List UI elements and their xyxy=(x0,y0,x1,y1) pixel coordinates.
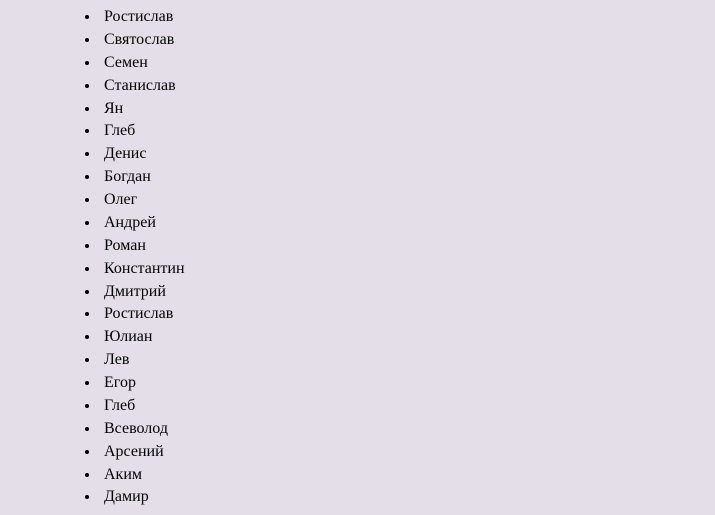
name-text: Семен xyxy=(104,54,148,71)
name-text: Константин xyxy=(104,260,185,277)
list-item: Ростислав xyxy=(100,303,715,326)
list-item: Арсений xyxy=(100,441,715,464)
name-text: Аким xyxy=(104,466,142,483)
name-text: Юлиан xyxy=(104,328,152,345)
list-item: Святослав xyxy=(100,29,715,52)
list-item: Дмитрий xyxy=(100,281,715,304)
name-text: Святослав xyxy=(104,31,174,48)
name-text: Олег xyxy=(104,191,137,208)
list-item: Роман xyxy=(100,235,715,258)
name-text: Глеб xyxy=(104,122,135,139)
list-item: Всеволод xyxy=(100,418,715,441)
name-text: Денис xyxy=(104,145,146,162)
list-item: Денис xyxy=(100,143,715,166)
name-text: Станислав xyxy=(104,77,176,94)
name-text: Всеволод xyxy=(104,420,168,437)
list-item: Константин xyxy=(100,258,715,281)
list-item: Ростислав xyxy=(100,6,715,29)
list-item: Семен xyxy=(100,52,715,75)
name-text: Ян xyxy=(104,100,123,117)
name-text: Егор xyxy=(104,374,136,391)
name-text: Лев xyxy=(104,351,129,368)
name-text: Глеб xyxy=(104,397,135,414)
list-item: Аким xyxy=(100,464,715,487)
list-item: Глеб xyxy=(100,395,715,418)
list-item: Глеб xyxy=(100,120,715,143)
name-text: Ростислав xyxy=(104,305,173,322)
name-text: Дамир xyxy=(104,488,149,505)
name-text: Арсений xyxy=(104,443,164,460)
name-text: Роман xyxy=(104,237,146,254)
list-item: Олег xyxy=(100,189,715,212)
list-item: Егор xyxy=(100,372,715,395)
name-text: Дмитрий xyxy=(104,283,166,300)
list-item: Станислав xyxy=(100,75,715,98)
names-list: Ростислав Святослав Семен Станислав Ян Г… xyxy=(0,0,715,509)
list-item: Лев xyxy=(100,349,715,372)
name-text: Ростислав xyxy=(104,8,173,25)
name-text: Андрей xyxy=(104,214,156,231)
list-item: Дамир xyxy=(100,486,715,509)
list-item: Юлиан xyxy=(100,326,715,349)
name-text: Богдан xyxy=(104,168,151,185)
list-item: Богдан xyxy=(100,166,715,189)
list-item: Андрей xyxy=(100,212,715,235)
list-item: Ян xyxy=(100,98,715,121)
